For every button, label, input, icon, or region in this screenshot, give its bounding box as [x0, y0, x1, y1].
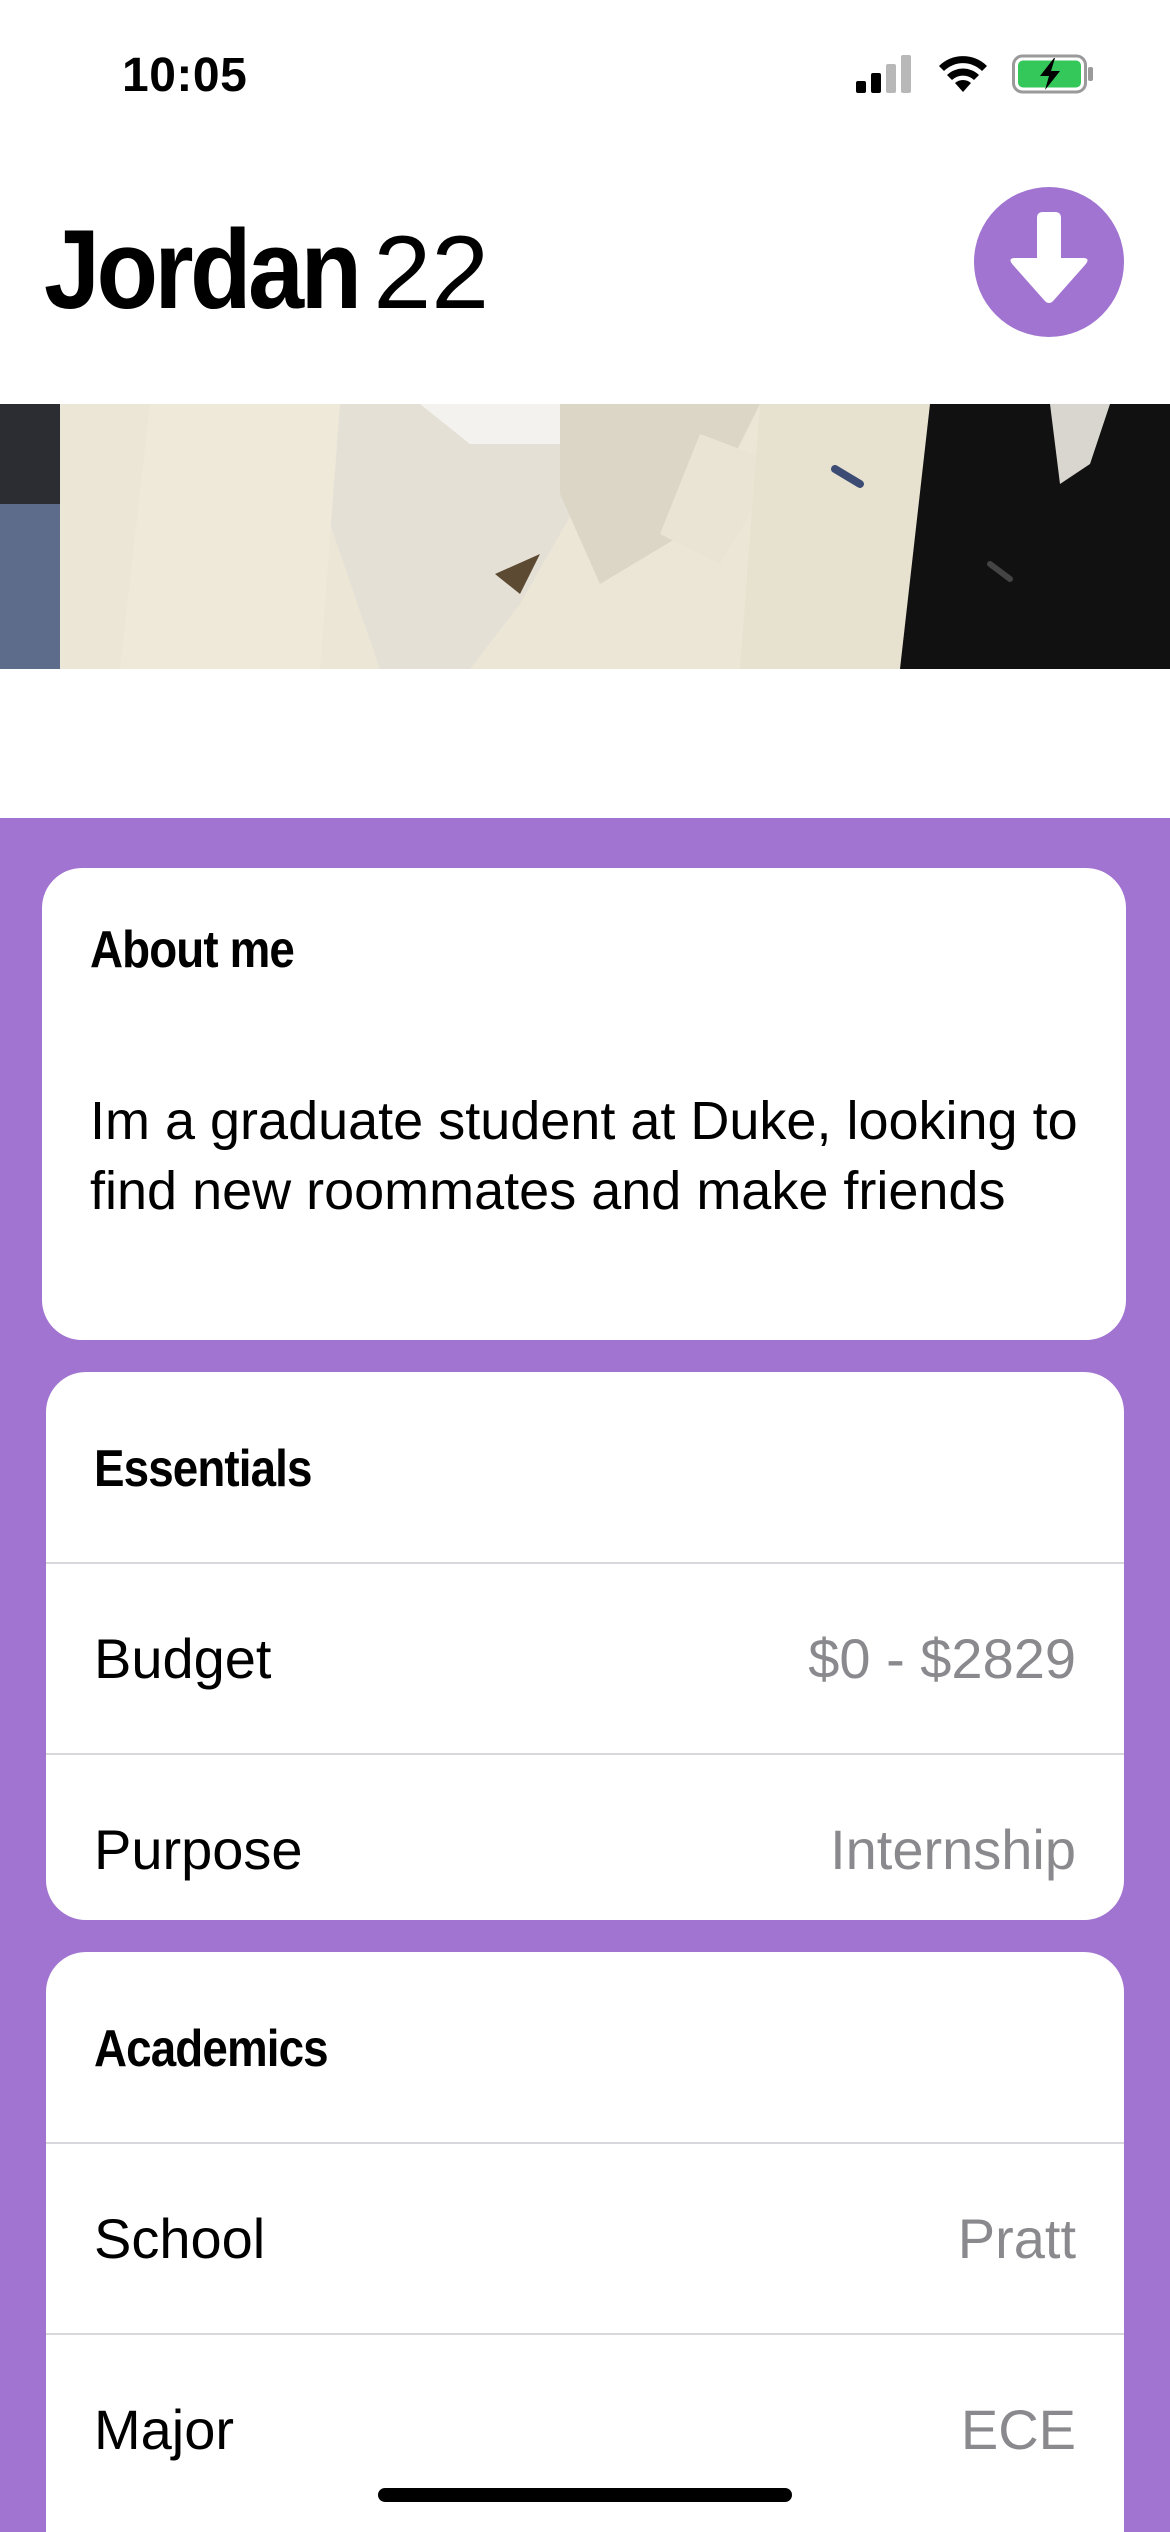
academics-card: Academics School Pratt Major ECE — [46, 1952, 1124, 2532]
essentials-card: Essentials Budget $0 - $2829 Purpose Int… — [46, 1372, 1124, 1920]
profile-screen: 10:05 Jordan 22 About me Im a graduate s… — [0, 0, 1170, 2532]
profile-photo-art — [0, 404, 1170, 669]
profile-name: Jordan — [44, 207, 362, 332]
profile-photo[interactable] — [0, 404, 1170, 669]
budget-label: Budget — [94, 1627, 272, 1690]
budget-value: $0 - $2829 — [808, 1627, 1076, 1690]
name-line: Jordan 22 — [44, 205, 527, 334]
status-icons — [856, 54, 1094, 99]
download-button[interactable] — [974, 187, 1124, 337]
academics-row-school[interactable]: School Pratt — [46, 2142, 1124, 2333]
purpose-value: Internship — [830, 1818, 1076, 1881]
battery-charging-icon — [1012, 54, 1094, 99]
essentials-row-purpose[interactable]: Purpose Internship — [46, 1753, 1124, 1920]
home-indicator[interactable] — [378, 2488, 792, 2502]
cellular-signal-icon — [856, 55, 914, 98]
major-label: Major — [94, 2398, 235, 2461]
about-me-card: About me Im a graduate student at Duke, … — [42, 868, 1126, 1340]
profile-age: 22 — [373, 215, 490, 331]
major-value: ECE — [960, 2398, 1076, 2461]
purpose-label: Purpose — [94, 1818, 303, 1881]
profile-header: Jordan 22 — [0, 150, 1170, 405]
about-me-text: Im a graduate student at Duke, looking t… — [90, 1091, 1078, 1221]
wifi-icon — [936, 54, 990, 99]
essentials-title: Essentials — [94, 1440, 312, 1498]
essentials-row-budget[interactable]: Budget $0 - $2829 — [46, 1562, 1124, 1753]
status-bar: 10:05 — [0, 0, 1170, 150]
status-time: 10:05 — [122, 49, 248, 102]
arrow-down-icon — [1007, 211, 1091, 313]
profile-details-section: About me Im a graduate student at Duke, … — [0, 818, 1170, 2532]
school-label: School — [94, 2207, 266, 2270]
academics-title: Academics — [94, 2020, 329, 2078]
about-me-title: About me — [90, 921, 295, 979]
school-value: Pratt — [957, 2207, 1076, 2270]
